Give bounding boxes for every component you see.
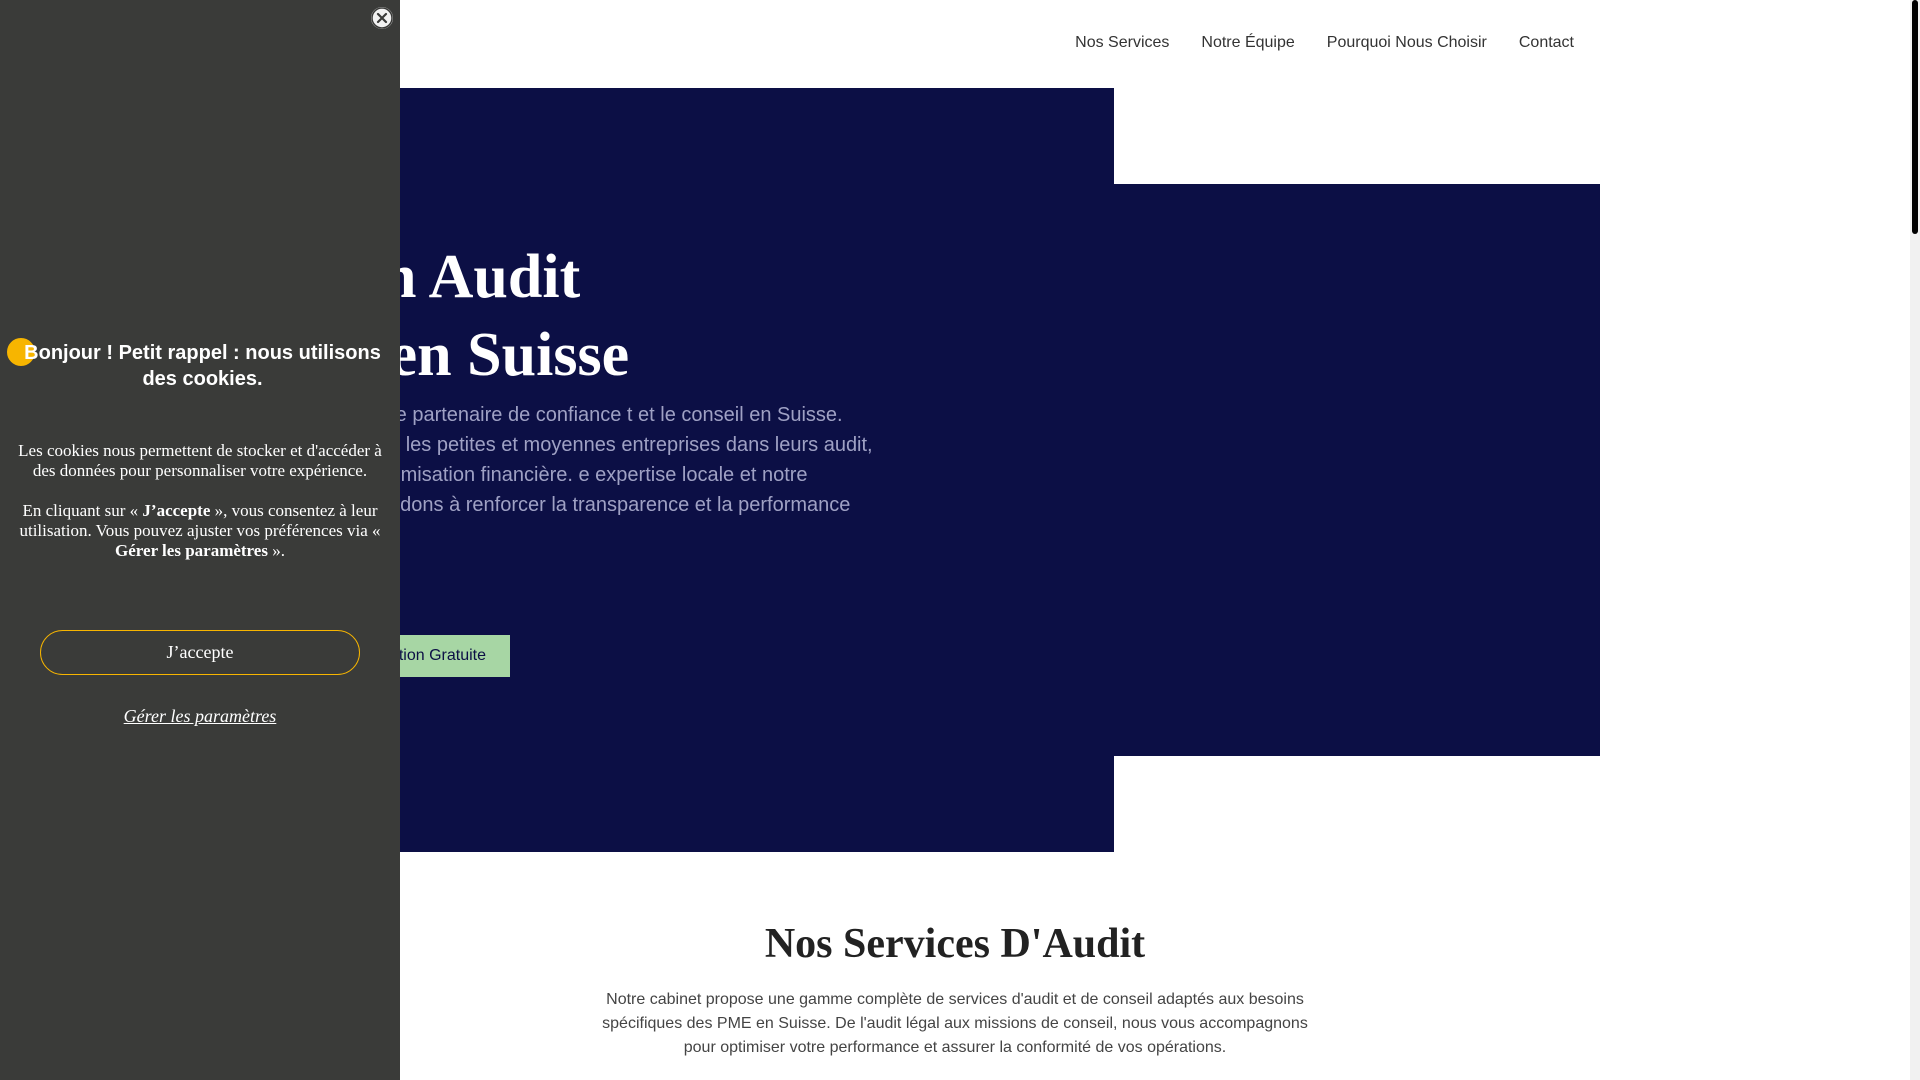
nav-link-team[interactable]: Notre Équipe bbox=[1201, 34, 1294, 52]
close-x-glyph bbox=[371, 7, 393, 29]
cookie-p2-suffix: ». bbox=[267, 541, 285, 560]
close-icon[interactable] bbox=[371, 7, 393, 29]
cookie-p2-manage: Gérer les paramètres bbox=[115, 541, 268, 560]
page-scrollbar[interactable] bbox=[1910, 0, 1920, 1080]
services-description: Notre cabinet propose une gamme complète… bbox=[602, 991, 1308, 1056]
cookie-body: Les cookies nous permettent de stocker e… bbox=[18, 441, 382, 581]
cookie-p2-prefix: En cliquant sur « bbox=[22, 501, 143, 520]
manage-settings-link[interactable]: Gérer les paramètres bbox=[0, 706, 400, 727]
nav-link-contact[interactable]: Contact bbox=[1519, 34, 1574, 52]
accept-cookies-button[interactable]: J’accepte bbox=[40, 630, 360, 675]
nav-link-services[interactable]: Nos Services bbox=[1075, 34, 1169, 52]
cookie-consent-panel: Bonjour ! Petit rappel : nous utilisons … bbox=[0, 0, 400, 1080]
main-nav: Nos Services Notre Équipe Pourquoi Nous … bbox=[1075, 34, 1574, 52]
hero-image-panel bbox=[1114, 184, 1600, 756]
nav-link-why-us[interactable]: Pourquoi Nous Choisir bbox=[1327, 34, 1487, 52]
cookie-body-paragraph-1: Les cookies nous permettent de stocker e… bbox=[18, 441, 382, 480]
scrollbar-thumb[interactable] bbox=[1912, 0, 1918, 234]
cookie-heading: Bonjour ! Petit rappel : nous utilisons … bbox=[24, 342, 381, 390]
cookie-body-paragraph-2: En cliquant sur « J’accepte », vous cons… bbox=[18, 501, 382, 561]
cookie-p2-accept: J’accepte bbox=[142, 501, 211, 520]
